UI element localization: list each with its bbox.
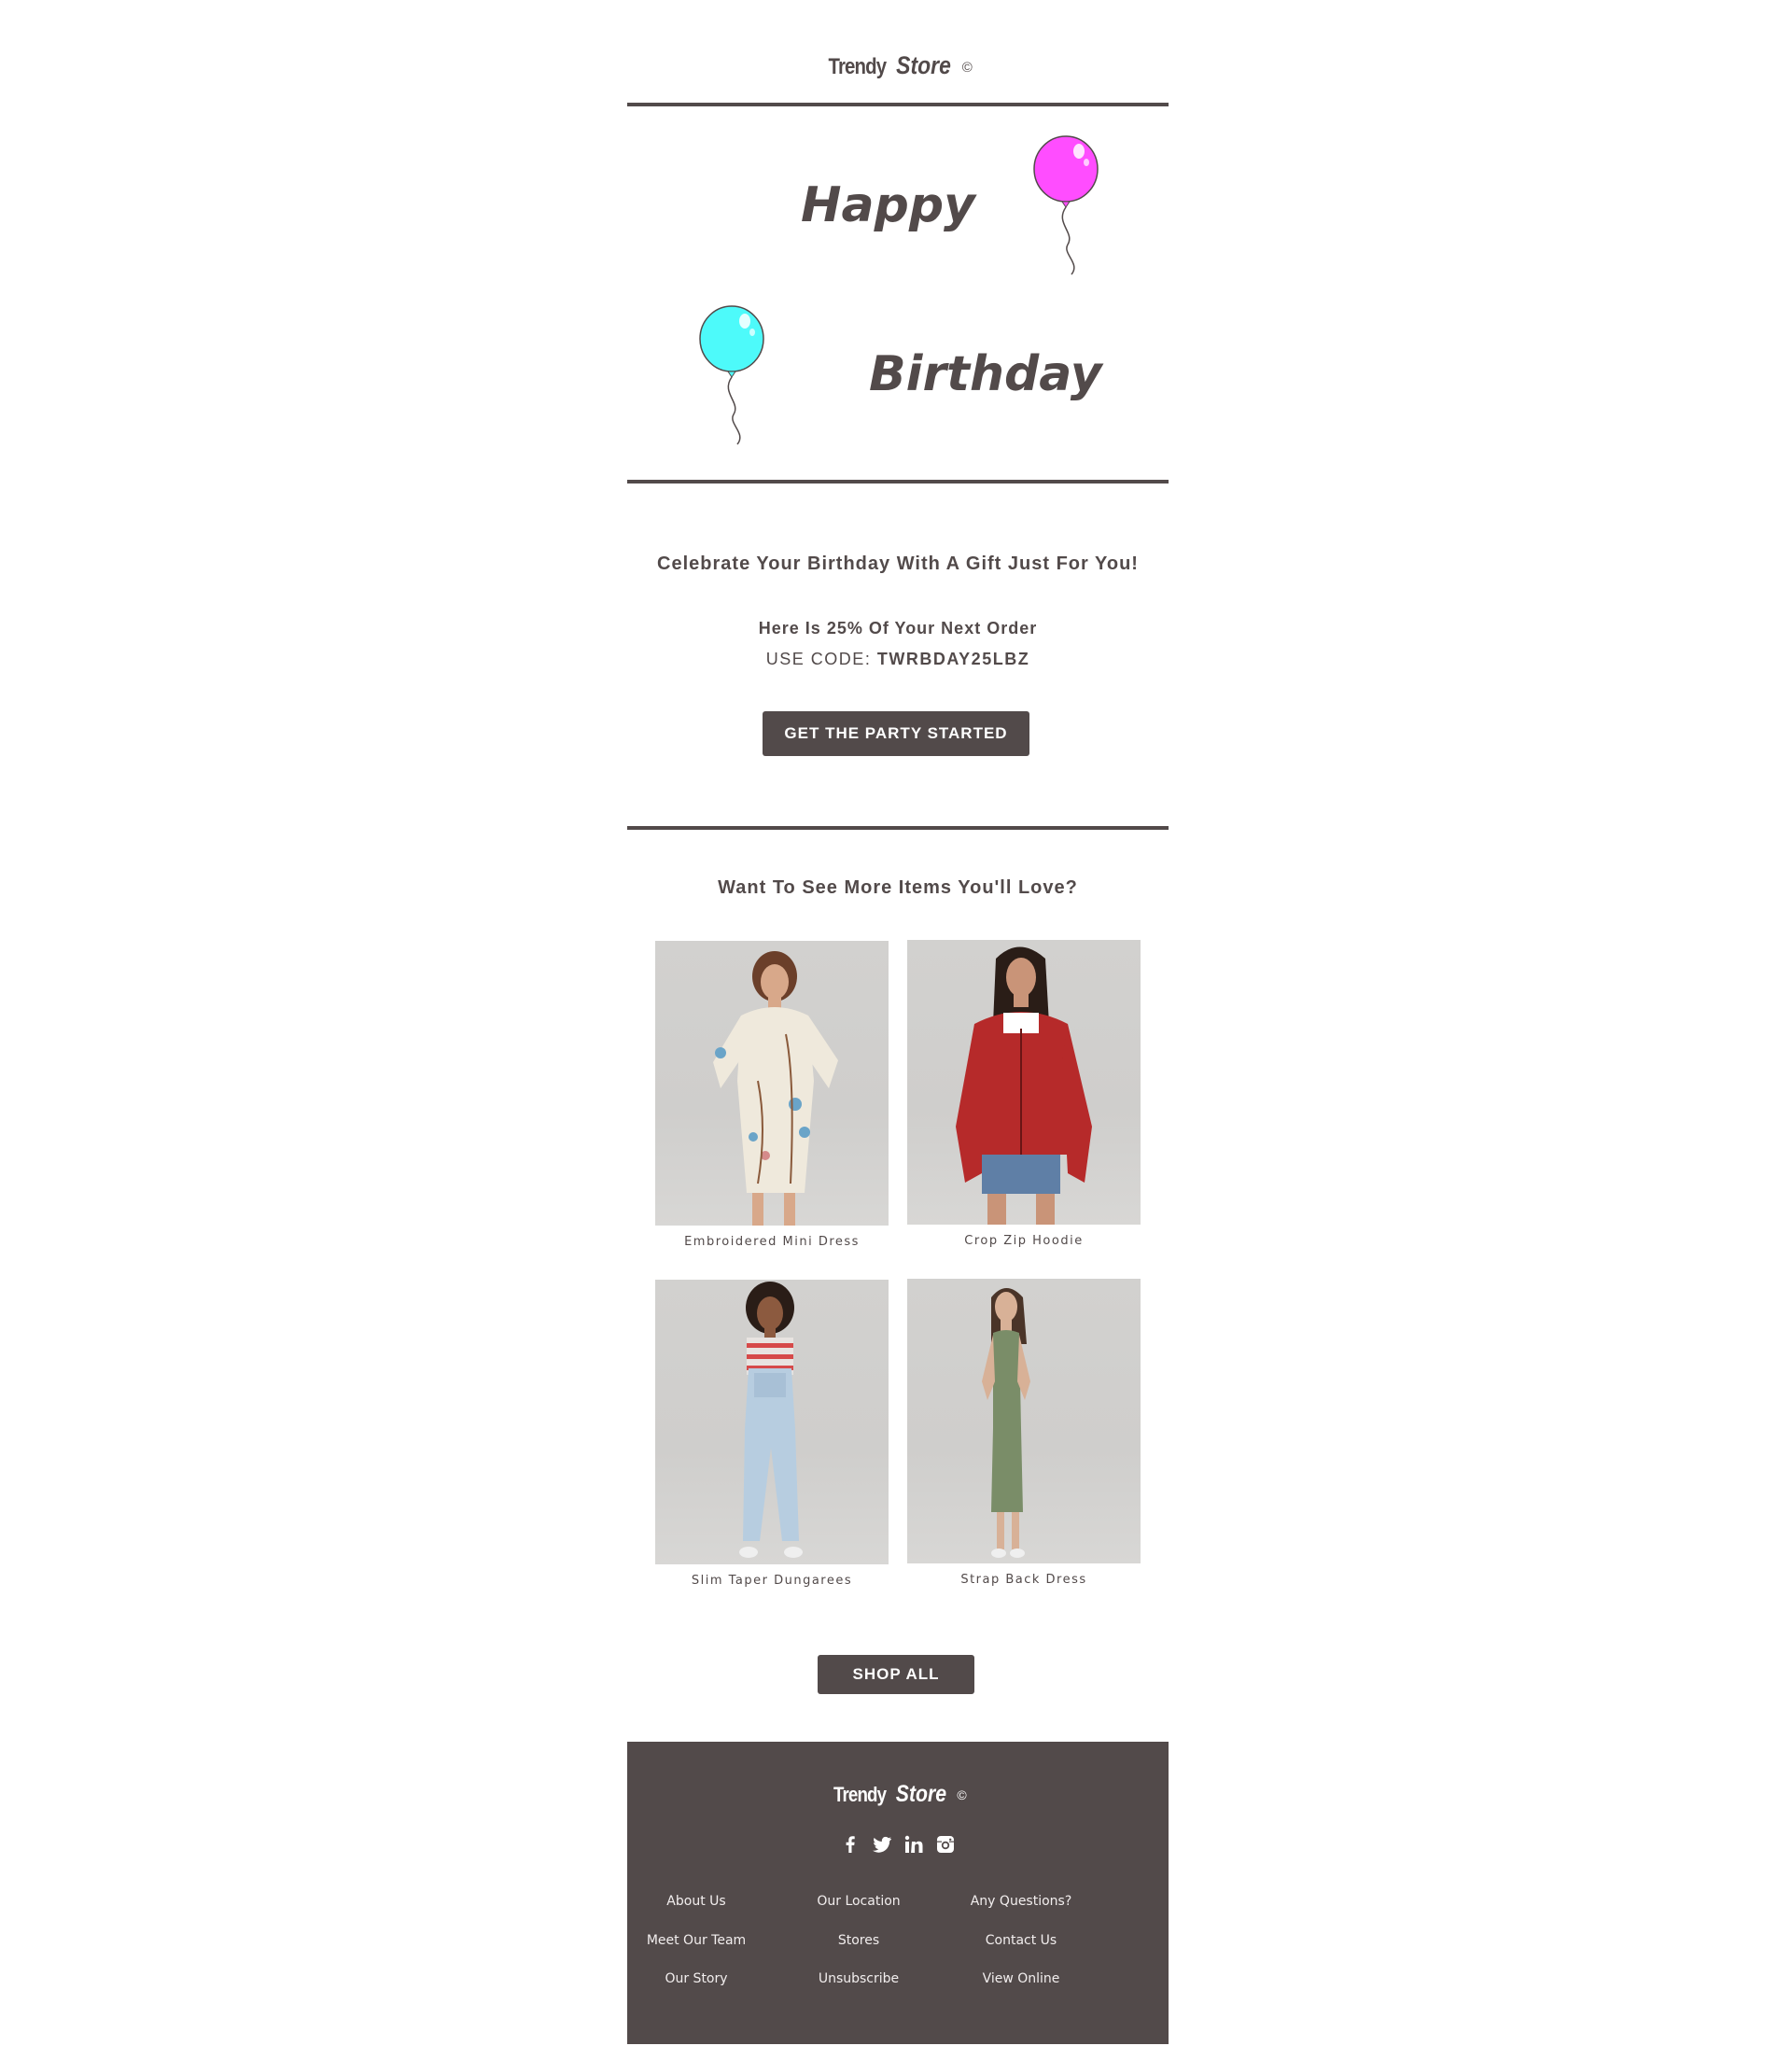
- twitter-icon[interactable]: [871, 1833, 893, 1856]
- product-card[interactable]: Crop Zip Hoodie: [907, 940, 1141, 1248]
- party-cta-button[interactable]: GET THE PARTY STARTED: [763, 711, 1029, 756]
- product-name[interactable]: Crop Zip Hoodie: [907, 1234, 1141, 1248]
- footer-link-our-location[interactable]: Our Location: [765, 1894, 952, 1909]
- product-card[interactable]: Strap Back Dress: [907, 1279, 1141, 1587]
- linkedin-icon[interactable]: [903, 1833, 925, 1856]
- brand-mark: ©: [961, 60, 973, 76]
- product-image[interactable]: [907, 940, 1141, 1225]
- footer-brand-logo[interactable]: Trendy Store ©: [627, 1781, 1169, 1808]
- brand-name-part1: Trendy: [828, 54, 888, 79]
- instagram-icon[interactable]: [934, 1833, 957, 1856]
- recommendations-title: Want To See More Items You'll Love?: [718, 877, 1078, 898]
- footer-link-view-online[interactable]: View Online: [928, 1971, 1114, 1986]
- product-card[interactable]: Embroidered Mini Dress: [655, 941, 889, 1249]
- pink-balloon-icon: [1033, 135, 1099, 275]
- footer-link-our-story[interactable]: Our Story: [603, 1971, 790, 1986]
- email-body: Trendy Store © Happy Birthday Celebrate …: [627, 0, 1169, 2044]
- divider-offer-bottom: [627, 826, 1169, 830]
- shop-all-button[interactable]: SHOP ALL: [818, 1655, 974, 1694]
- product-image[interactable]: [907, 1279, 1141, 1563]
- footer-link-about-us[interactable]: About Us: [603, 1894, 790, 1909]
- divider-top: [627, 103, 1169, 106]
- code-prefix: USE CODE:: [765, 650, 872, 668]
- promo-code-line: USE CODE: TWRBDAY25LBZ: [627, 650, 1169, 669]
- promo-code: TWRBDAY25LBZ: [876, 650, 1030, 668]
- social-links: [627, 1833, 1169, 1856]
- facebook-icon[interactable]: [839, 1833, 861, 1856]
- footer-link-stores[interactable]: Stores: [765, 1933, 952, 1948]
- divider-hero-bottom: [627, 480, 1169, 483]
- footer-brand-name-part2: Store: [895, 1781, 947, 1807]
- footer-link-unsubscribe[interactable]: Unsubscribe: [765, 1971, 952, 1986]
- product-name[interactable]: Strap Back Dress: [907, 1573, 1141, 1587]
- birthday-hero: Happy Birthday: [627, 108, 1169, 482]
- footer-brand-mark: ©: [957, 1787, 967, 1802]
- hero-line-happy: Happy: [801, 177, 975, 233]
- product-image[interactable]: [655, 941, 889, 1226]
- offer-title: Celebrate Your Birthday With A Gift Just…: [657, 554, 1139, 574]
- footer-link-meet-our-team[interactable]: Meet Our Team: [603, 1933, 790, 1948]
- product-card[interactable]: Slim Taper Dungarees: [655, 1280, 889, 1588]
- footer-link-any-questions[interactable]: Any Questions?: [928, 1894, 1114, 1909]
- brand-name-part2: Store: [896, 51, 952, 79]
- cyan-balloon-icon: [699, 305, 764, 445]
- product-image[interactable]: [655, 1280, 889, 1564]
- brand-logo[interactable]: Trendy Store ©: [627, 51, 1169, 80]
- product-name[interactable]: Embroidered Mini Dress: [655, 1235, 889, 1249]
- hero-line-birthday: Birthday: [869, 346, 1102, 402]
- discount-line: Here Is 25% Of Your Next Order: [758, 619, 1038, 638]
- footer-link-contact-us[interactable]: Contact Us: [928, 1933, 1114, 1948]
- product-name[interactable]: Slim Taper Dungarees: [655, 1574, 889, 1588]
- footer-brand-name-part1: Trendy: [833, 1783, 887, 1806]
- footer: Trendy Store © About Us Our Location Any…: [627, 1742, 1169, 2044]
